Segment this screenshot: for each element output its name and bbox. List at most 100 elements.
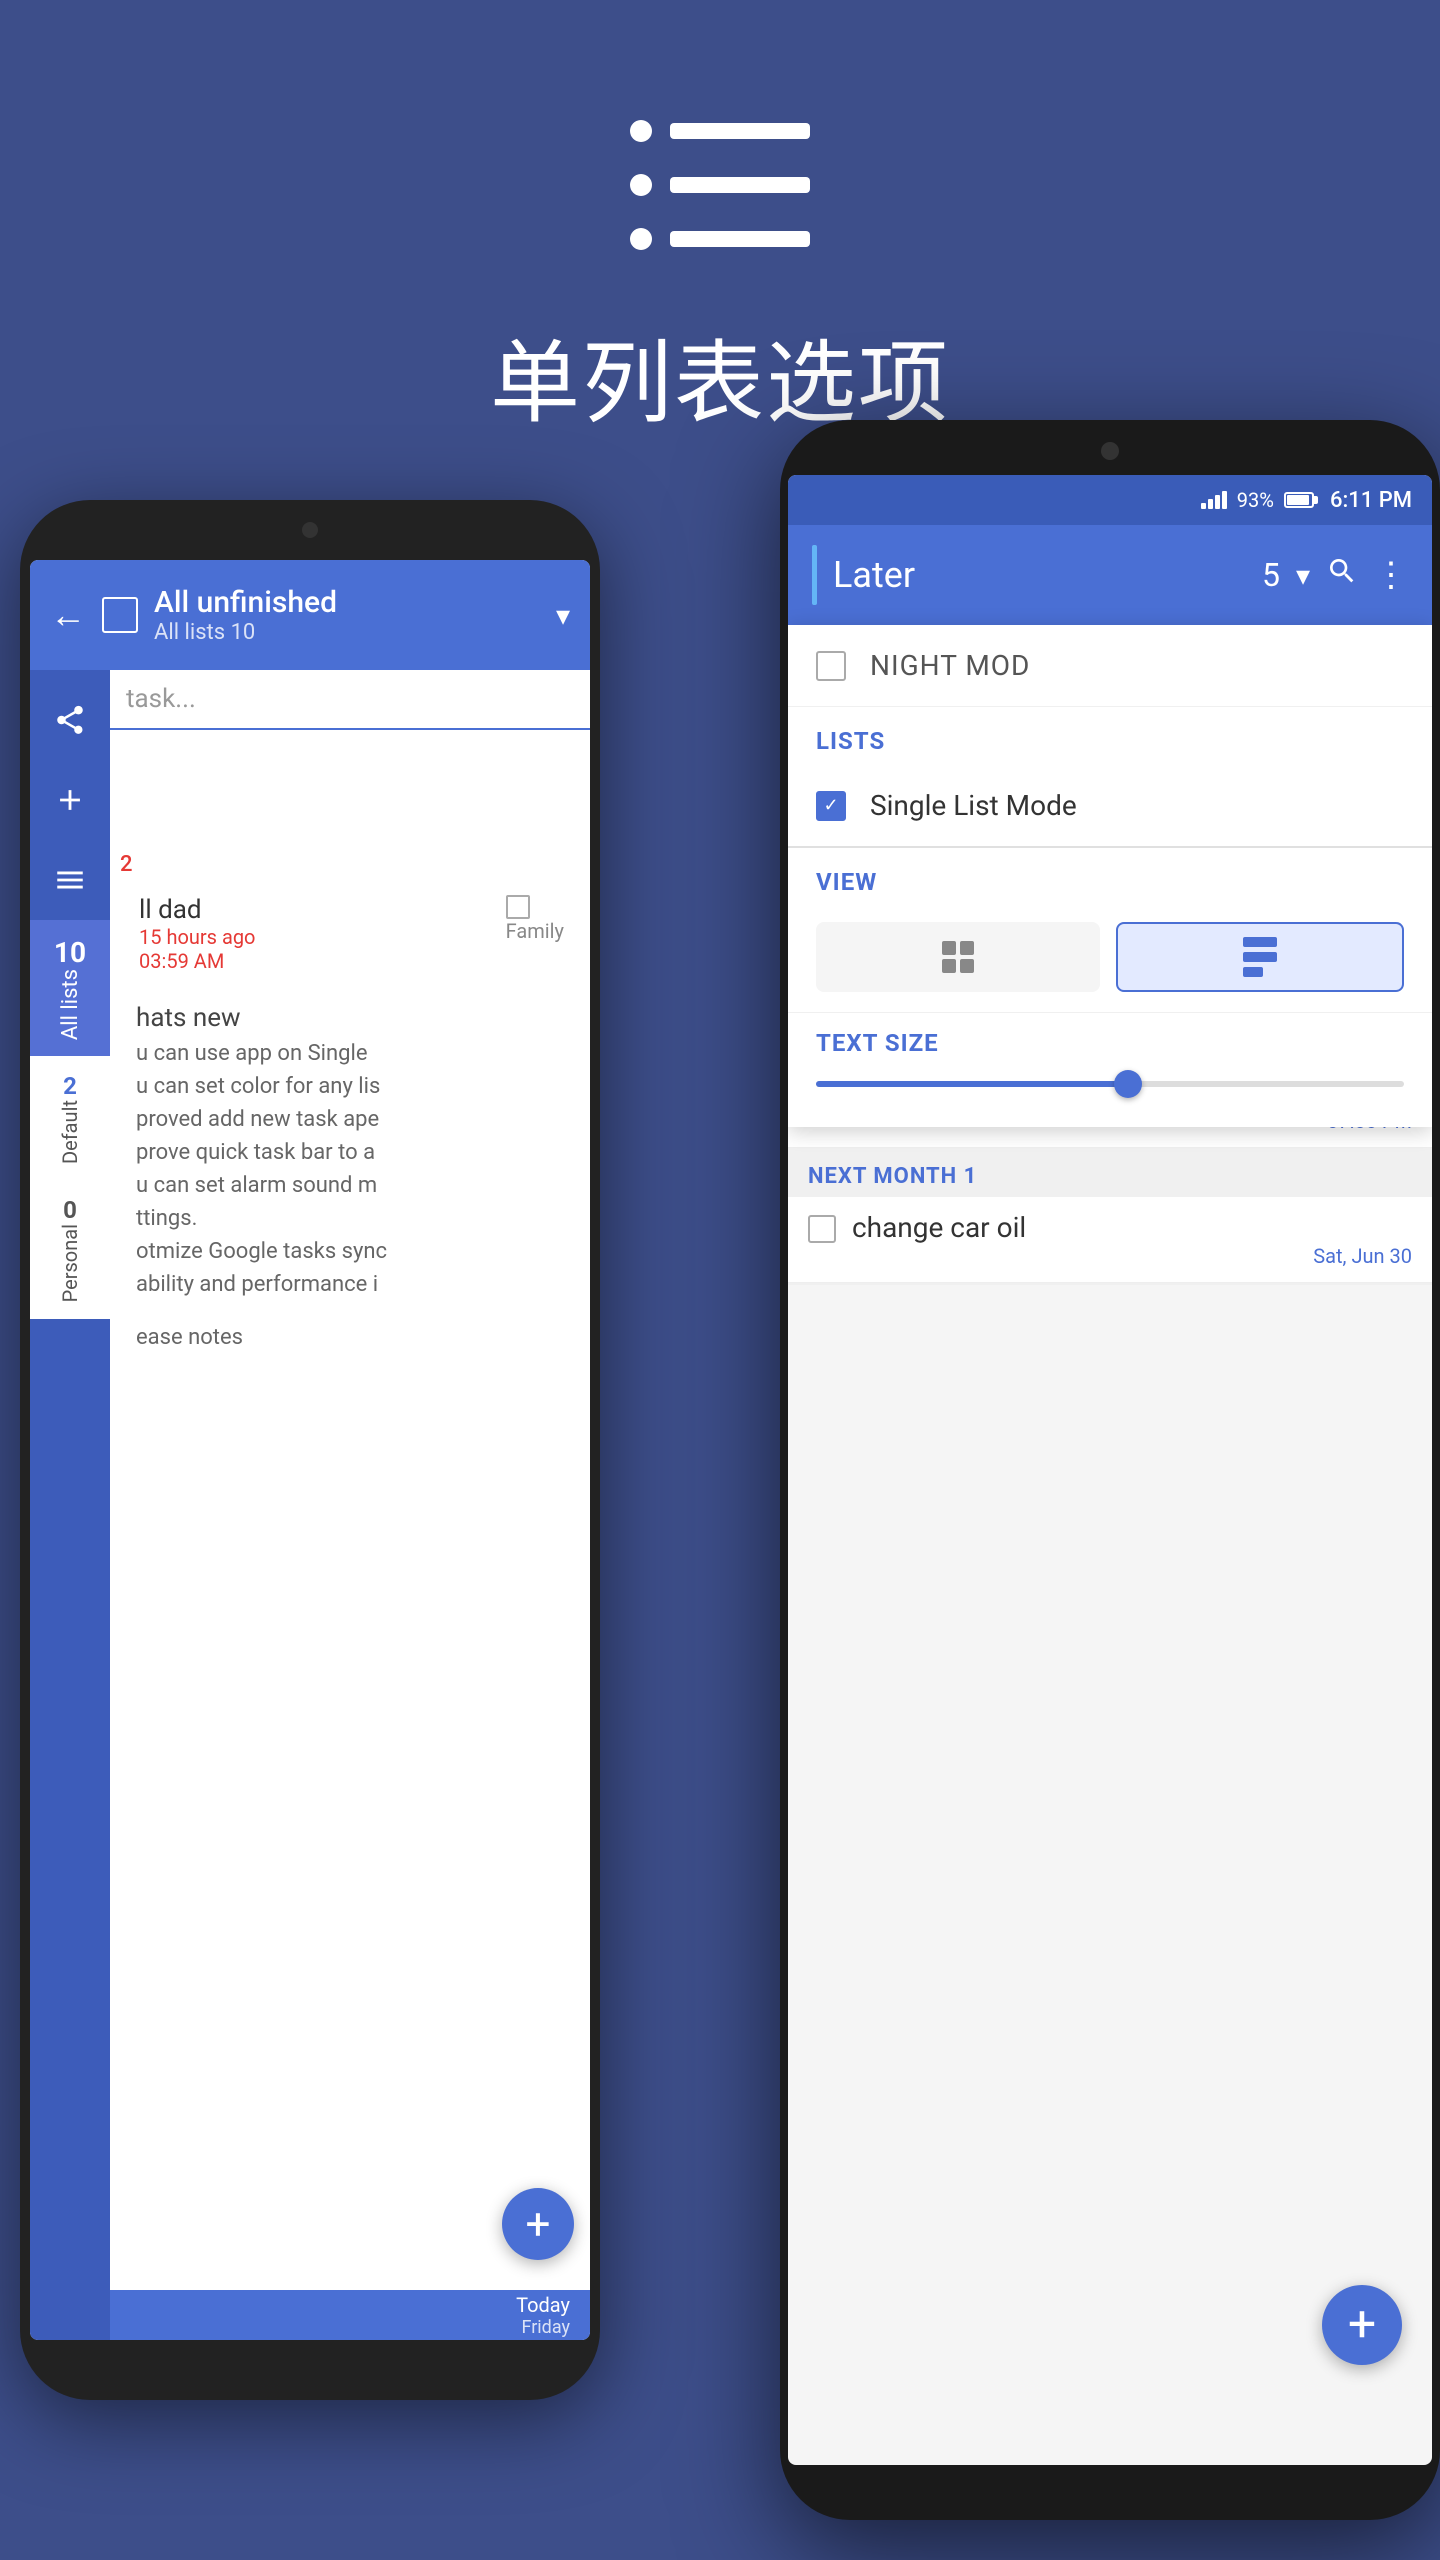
sidebar-personal-count: 0: [63, 1196, 77, 1224]
single-list-mode-checkbox[interactable]: [816, 791, 846, 821]
task-time: 03:59 AM: [139, 949, 255, 973]
text-size-slider-thumb[interactable]: [1114, 1070, 1142, 1098]
toolbar-accent: [812, 545, 817, 605]
back-checkbox[interactable]: [102, 597, 138, 633]
back-phone-subtitle: All lists 10: [154, 620, 540, 645]
back-search-bar: task...: [110, 670, 590, 730]
toolbar-search-icon[interactable]: [1326, 555, 1358, 596]
release-notes: ease notes: [120, 1311, 580, 1364]
task-car-oil-text: change car oil: [852, 1211, 1412, 1244]
signal-bar-2: [1208, 499, 1213, 509]
single-list-mode-item[interactable]: Single List Mode: [788, 765, 1432, 848]
front-phone-fab[interactable]: +: [1322, 2285, 1402, 2365]
signal-icon: [1201, 491, 1227, 509]
back-phone: ← All unfinished All lists 10 ▾ task...: [20, 500, 600, 2400]
sidebar-personal-label: Personal: [58, 1224, 82, 1302]
lists-section-title: LISTS: [788, 707, 1432, 765]
battery-fill: [1287, 495, 1309, 505]
task-car-oil-checkbox[interactable]: [808, 1215, 836, 1243]
grid-cell-1: [942, 941, 956, 955]
grid-view-option[interactable]: [816, 922, 1100, 992]
text-size-section: TEXT SIZE: [788, 1012, 1432, 1127]
phones-area: ← All unfinished All lists 10 ▾ task...: [0, 420, 1440, 2560]
front-phone: 93% 6:11 PM Later 5 ▾ ⋮: [780, 420, 1440, 2520]
task-item[interactable]: ll dad 15 hours ago 03:59 AM Family: [120, 883, 580, 985]
sidebar-share-icon[interactable]: [30, 680, 110, 760]
list-line-3: [1243, 967, 1263, 977]
task-checkbox-back[interactable]: [506, 895, 530, 919]
list-line-2: [1243, 952, 1277, 962]
task-time-ago: 15 hours ago: [139, 925, 255, 949]
toolbar-title: Later: [833, 554, 1246, 596]
battery-percent: 93%: [1237, 488, 1274, 512]
list-content-text-8: ability and performance i: [136, 1268, 564, 1301]
list-content-title: hats new: [136, 1003, 564, 1033]
back-phone-camera: [302, 522, 318, 538]
front-phone-camera: [1101, 442, 1119, 460]
week-label: 2: [120, 852, 580, 877]
toolbar-dropdown-icon[interactable]: ▾: [1296, 559, 1310, 592]
section-next-month: NEXT MONTH 1: [788, 1150, 1432, 1197]
signal-bar-3: [1215, 495, 1220, 509]
list-line-1: [1243, 937, 1277, 947]
sidebar-personal-tab[interactable]: 0 Personal: [30, 1180, 110, 1318]
back-phone-screen: ← All unfinished All lists 10 ▾ task...: [30, 560, 590, 2340]
section-next-month-label: NEXT MONTH 1: [808, 1164, 977, 1189]
single-list-mode-label: Single List Mode: [870, 789, 1077, 822]
task-car-oil-row[interactable]: change car oil Sat, Jun 30: [788, 1197, 1432, 1283]
signal-bar-1: [1201, 503, 1206, 509]
back-sidebar: 10 All lists 2 Default 0 Personal: [30, 670, 110, 2340]
sidebar-add-icon[interactable]: [30, 760, 110, 840]
grid-cell-2: [960, 941, 974, 955]
night-mode-item[interactable]: NIGHT MOD: [788, 625, 1432, 707]
view-options: [788, 906, 1432, 1012]
view-section-title: VIEW: [788, 848, 1432, 906]
list-view-option[interactable]: [1116, 922, 1404, 992]
list-content-text-6: ttings.: [136, 1202, 564, 1235]
list-content-text-4: prove quick task bar to a: [136, 1136, 564, 1169]
sidebar-default-tab[interactable]: 2 Default: [30, 1056, 110, 1180]
grid-view-icon: [942, 941, 974, 973]
back-phone-content: 2 ll dad 15 hours ago 03:59 AM Family: [110, 760, 590, 2340]
back-search-placeholder[interactable]: task...: [126, 684, 196, 714]
night-mod-label: NIGHT MOD: [870, 649, 1030, 682]
text-size-label: TEXT SIZE: [816, 1029, 1404, 1057]
grid-cell-4: [960, 959, 974, 973]
battery-icon: [1284, 492, 1314, 508]
signal-bar-4: [1222, 491, 1227, 509]
back-list-content: hats new u can use app on Single u can s…: [120, 993, 580, 1311]
back-arrow-icon[interactable]: ←: [50, 594, 86, 636]
night-mode-checkbox[interactable]: [816, 651, 846, 681]
task-category: Family: [506, 919, 564, 943]
back-phone-topbar: ← All unfinished All lists 10 ▾: [30, 560, 590, 670]
list-content-text-7: otmize Google tasks sync: [136, 1235, 564, 1268]
list-content-text-3: proved add new task ape: [136, 1103, 564, 1136]
sidebar-default-label: Default: [58, 1100, 82, 1164]
list-view-icon: [1243, 937, 1277, 977]
back-dropdown-icon[interactable]: ▾: [556, 599, 570, 632]
sidebar-default-count: 2: [63, 1072, 77, 1100]
list-content-text-5: u can set alarm sound m: [136, 1169, 564, 1202]
toolbar-more-icon[interactable]: ⋮: [1374, 555, 1408, 595]
sidebar-all-lists-tab[interactable]: 10 All lists: [30, 920, 110, 1056]
sidebar-all-lists-count: 10: [54, 936, 86, 969]
status-time: 6:11 PM: [1330, 488, 1412, 513]
back-bottom-bar: Today Friday: [110, 2290, 590, 2340]
sidebar-list-icon[interactable]: [30, 840, 110, 920]
status-bar: 93% 6:11 PM: [788, 475, 1432, 525]
back-phone-title: All unfinished: [154, 585, 540, 620]
release-notes-text: ease notes: [136, 1321, 564, 1354]
grid-cell-3: [942, 959, 956, 973]
task-car-oil-date-area: Sat, Jun 30: [808, 1244, 1412, 1268]
app-toolbar: Later 5 ▾ ⋮: [788, 525, 1432, 625]
list-content-text-2: u can set color for any lis: [136, 1070, 564, 1103]
back-phone-fab[interactable]: +: [502, 2188, 574, 2260]
task-car-oil-date: Sat, Jun 30: [852, 1244, 1412, 1268]
dropdown-overlay: NIGHT MOD LISTS Single List Mode VIEW: [788, 625, 1432, 1127]
toolbar-count: 5: [1262, 556, 1280, 594]
day-label: Friday: [516, 2317, 570, 2338]
text-size-slider[interactable]: [816, 1081, 1404, 1087]
sidebar-all-lists-label: All lists: [58, 969, 83, 1040]
today-label: Today: [516, 2293, 570, 2317]
bottom-date: Today Friday: [516, 2293, 570, 2338]
